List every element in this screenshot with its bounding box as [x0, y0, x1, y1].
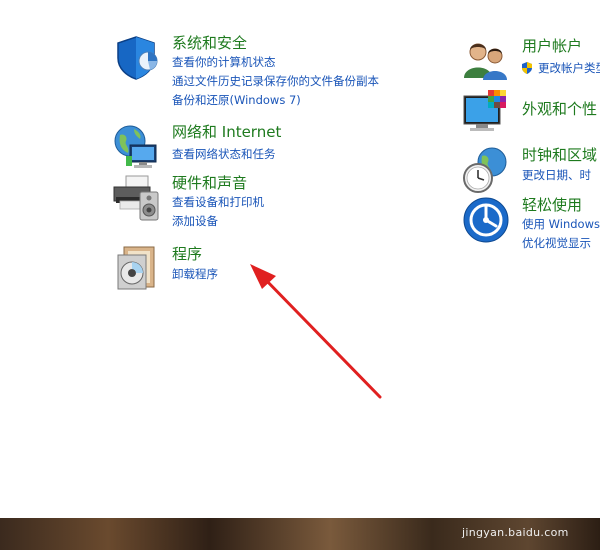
watermark-url: jingyan.baidu.com	[462, 526, 569, 539]
category-appearance[interactable]: 外观和个性	[462, 88, 600, 138]
printer-icon	[112, 174, 160, 222]
watermark-logo: Bai	[470, 490, 506, 514]
category-title[interactable]: 外观和个性	[522, 100, 597, 118]
programs-disc-icon	[112, 245, 160, 293]
category-title[interactable]: 网络和 Internet	[172, 123, 281, 141]
category-title[interactable]: 程序	[172, 245, 202, 263]
category-user-accounts[interactable]: 用户帐户 更改帐户类型	[462, 36, 600, 81]
uac-shield-icon	[520, 60, 534, 74]
link-optimize-visual-display[interactable]: 优化视觉显示	[522, 236, 591, 251]
watermark-logo-suffix: 经验	[528, 498, 561, 517]
category-title[interactable]: 硬件和声音	[172, 174, 247, 192]
network-globe-icon	[112, 123, 160, 171]
category-network-internet[interactable]: 网络和 Internet 查看网络状态和任务	[112, 123, 412, 168]
link-file-history-backup[interactable]: 通过文件历史记录保存你的文件备份副本	[172, 74, 379, 89]
category-title[interactable]: 时钟和区域	[522, 146, 597, 164]
clock-globe-icon	[462, 146, 510, 194]
link-view-computer-status[interactable]: 查看你的计算机状态	[172, 55, 276, 70]
appearance-monitor-icon	[462, 88, 510, 136]
link-view-network-status[interactable]: 查看网络状态和任务	[172, 147, 276, 162]
users-icon	[462, 36, 510, 84]
link-uninstall-program[interactable]: 卸载程序	[172, 267, 218, 282]
shield-icon	[112, 34, 160, 82]
category-ease-of-access[interactable]: 轻松使用 使用 Windows 优化视觉显示	[462, 196, 600, 256]
category-title[interactable]: 系统和安全	[172, 34, 247, 52]
link-use-windows[interactable]: 使用 Windows	[522, 217, 600, 232]
link-backup-restore[interactable]: 备份和还原(Windows 7)	[172, 93, 301, 108]
category-title[interactable]: 轻松使用	[522, 196, 582, 214]
link-add-device[interactable]: 添加设备	[172, 214, 218, 229]
category-system-security[interactable]: 系统和安全 查看你的计算机状态 通过文件历史记录保存你的文件备份副本 备份和还原…	[112, 34, 412, 114]
ease-of-access-icon	[462, 196, 510, 244]
link-change-date-time[interactable]: 更改日期、时	[522, 168, 591, 183]
category-title[interactable]: 用户帐户	[522, 37, 582, 55]
link-view-devices-printers[interactable]: 查看设备和打印机	[172, 195, 264, 210]
category-hardware-sound[interactable]: 硬件和声音 查看设备和打印机 添加设备	[112, 174, 412, 234]
category-programs[interactable]: 程序 卸载程序	[112, 245, 412, 290]
link-change-account-type[interactable]: 更改帐户类型	[538, 61, 600, 76]
category-clock-region[interactable]: 时钟和区域 更改日期、时	[462, 146, 600, 196]
